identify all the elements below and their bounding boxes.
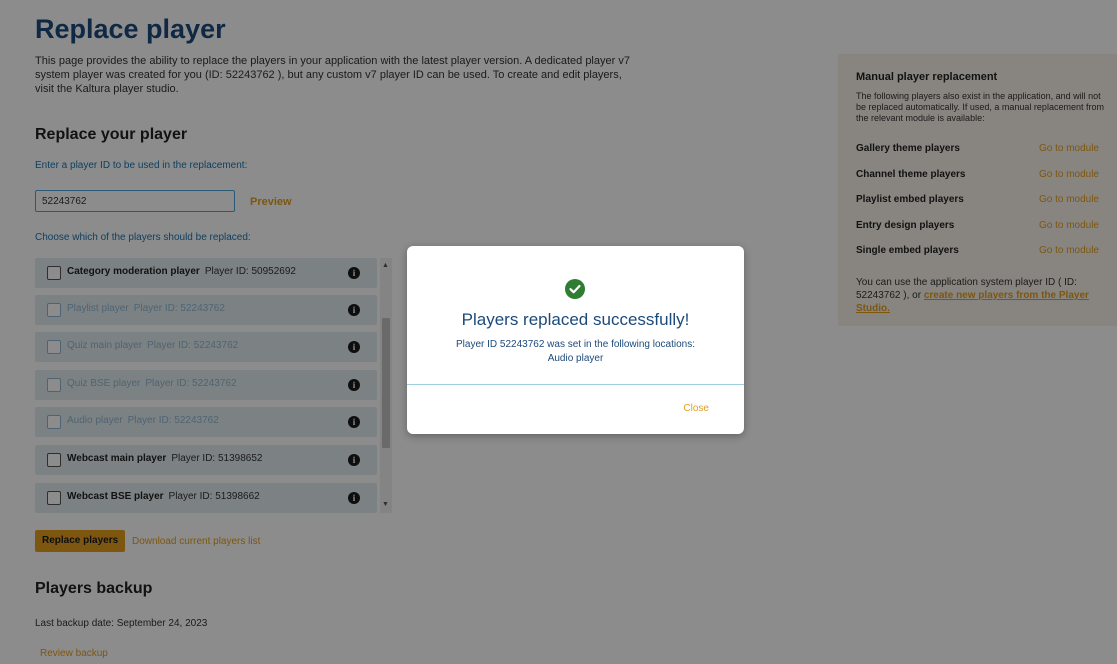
dialog-message-location: Audio player [547, 353, 604, 364]
check-circle-icon [565, 279, 585, 299]
close-button[interactable]: Close [683, 403, 709, 414]
dialog-message: Player ID 52243762 was set in the follow… [407, 338, 744, 366]
dialog-divider [407, 384, 744, 385]
dialog-title: Players replaced successfully! [461, 310, 690, 329]
success-dialog: Players replaced successfully! Player ID… [407, 246, 744, 434]
dialog-message-line: Player ID 52243762 was set in the follow… [455, 339, 696, 350]
